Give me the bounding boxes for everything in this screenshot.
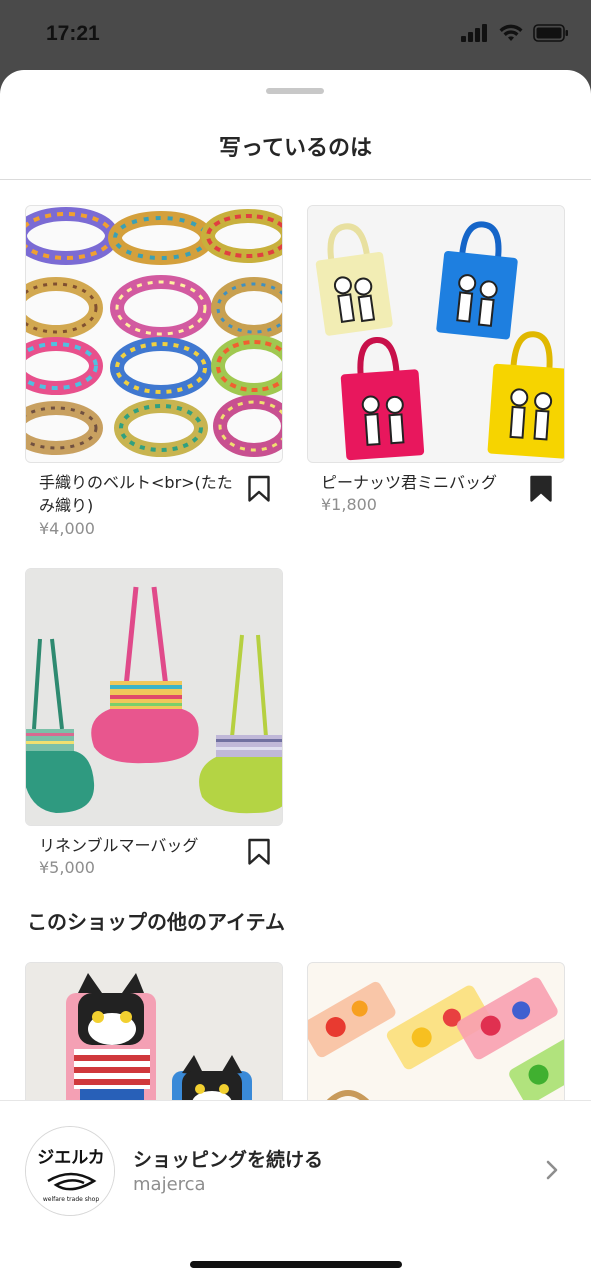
- product-price: ¥1,800: [321, 495, 377, 514]
- home-indicator[interactable]: [190, 1261, 402, 1268]
- product-image-belt[interactable]: [25, 205, 283, 463]
- more-items-section-title: このショップの他のアイテム: [27, 910, 285, 934]
- product-card-peanuts-bag[interactable]: ピーナッツ君ミニバッグ ¥1,800: [307, 205, 565, 525]
- shop-logo-avatar[interactable]: ジエルカ welfare trade shop: [25, 1126, 115, 1216]
- shop-name: majerca: [133, 1174, 206, 1195]
- product-image-peanuts-bag[interactable]: [307, 205, 565, 463]
- sheet-grabber[interactable]: [266, 88, 324, 94]
- chevron-right-icon[interactable]: [545, 1159, 559, 1181]
- product-name[interactable]: ピーナッツ君ミニバッグ: [321, 471, 521, 494]
- product-card-linen-bag[interactable]: リネンブルマーバッグ ¥5,000: [25, 568, 283, 888]
- product-name[interactable]: リネンブルマーバッグ: [39, 834, 239, 857]
- bookmark-icon[interactable]: [247, 838, 271, 866]
- signal-icon: [461, 24, 487, 42]
- product-image-linen-bag[interactable]: [25, 568, 283, 826]
- wifi-icon: [499, 24, 523, 41]
- bookmark-icon[interactable]: [247, 475, 271, 503]
- bookmark-filled-icon[interactable]: [529, 475, 553, 503]
- shop-logo-subtext: welfare trade shop: [43, 1196, 99, 1203]
- product-card-belt[interactable]: 手織りのベルト<br>(たたみ織り) ¥4,000: [25, 205, 283, 545]
- status-icons: [461, 24, 569, 42]
- product-price: ¥5,000: [39, 858, 95, 877]
- product-price: ¥4,000: [39, 519, 95, 538]
- product-tags-sheet: 写っているのは 手織りのベルト<br>(たたみ織り) ¥4,000 ピーナッツ君…: [0, 70, 591, 1280]
- continue-shopping-label[interactable]: ショッピングを続ける: [133, 1145, 323, 1172]
- status-bar: 17:21: [0, 0, 591, 70]
- divider: [0, 179, 591, 180]
- shop-logo-text: ジエルカ: [37, 1148, 105, 1168]
- status-time: 17:21: [46, 22, 100, 45]
- continue-shopping-bar[interactable]: ジエルカ welfare trade shop ショッピングを続ける majer…: [0, 1100, 591, 1280]
- product-name[interactable]: 手織りのベルト<br>(たたみ織り): [39, 471, 239, 517]
- battery-icon: [533, 24, 568, 42]
- sheet-title: 写っているのは: [219, 136, 372, 161]
